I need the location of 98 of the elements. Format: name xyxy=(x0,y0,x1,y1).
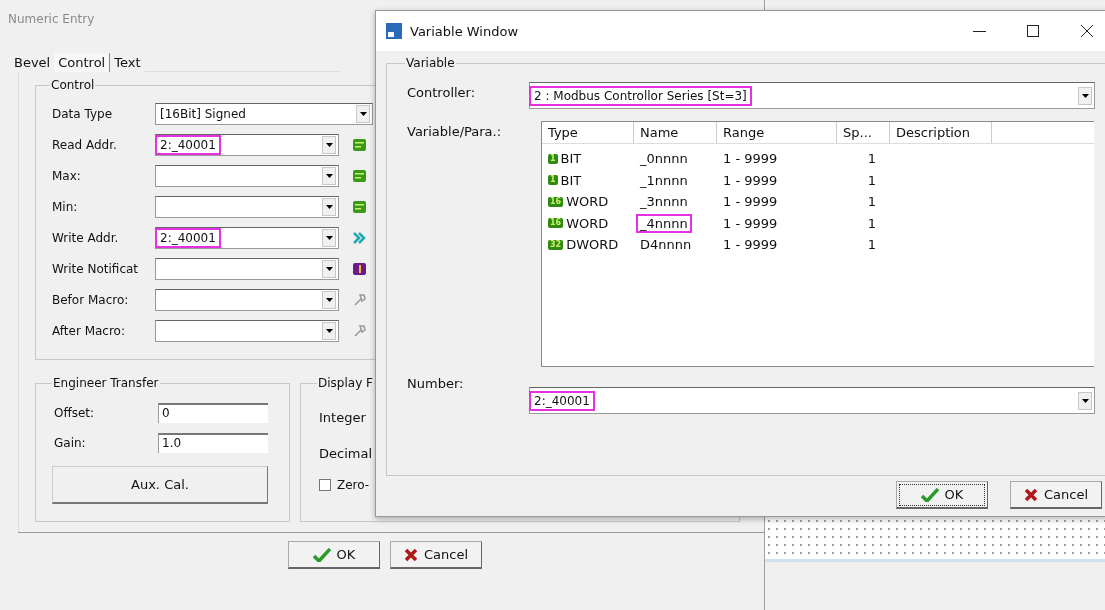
group-label: Display F xyxy=(317,376,374,390)
expression-icon xyxy=(353,138,366,151)
column-header[interactable]: Type xyxy=(542,122,634,143)
table-cell: 1 - 9999 xyxy=(723,151,778,167)
cross-icon xyxy=(1023,487,1038,502)
dialog-title: Numeric Entry xyxy=(7,11,96,26)
maximize-icon xyxy=(1026,24,1040,38)
table-cell: 1 xyxy=(867,151,876,167)
input-field[interactable]: 1.0 xyxy=(158,433,268,453)
table-cell: 1 xyxy=(867,237,876,253)
column-header[interactable]: Sp... xyxy=(837,122,890,143)
dropdown-field[interactable] xyxy=(155,257,339,280)
dropdown-arrow-icon xyxy=(359,111,367,116)
field-label: Write Addr. xyxy=(52,230,120,245)
table-cell-text: D4nnnn xyxy=(639,236,693,255)
dropdown-arrow-icon xyxy=(325,142,333,147)
field-label: Decimal xyxy=(319,445,373,463)
dropdown-arrow-icon xyxy=(325,266,333,271)
dropdown-arrow-icon xyxy=(325,204,333,209)
table-cell: BIT xyxy=(560,172,582,188)
wrench-icon xyxy=(353,323,366,338)
variable-list[interactable]: Type Name Range Sp... Description 1 BIT _0nnnn 1 - 9999 1 1 BIT _1nnnn 1 - 9999 1 16 WORD _3nnnn 1 - 9999 1 16 WORD _4nnnn 1 - 9999 1 32 DWORD D4nnnn 1 - 9999 1 xyxy=(541,121,1094,367)
dropdown-field[interactable] xyxy=(155,195,339,218)
expression-icon xyxy=(353,169,366,182)
dropdown-field[interactable]: 2 : Modbus Controllor Series [St=3] xyxy=(529,82,1095,109)
tab[interactable]: Text xyxy=(110,53,145,72)
field-label: Gain: xyxy=(54,436,87,450)
dropdown-field[interactable]: 2:_40001 xyxy=(155,226,339,249)
cancel-button[interactable]: Cancel xyxy=(1010,481,1102,509)
checkbox-label: Zero- xyxy=(337,478,370,492)
window-title: Variable Window xyxy=(410,23,520,39)
table-cell-text: _3nnnn xyxy=(639,193,689,212)
dropdown-arrow-icon xyxy=(1081,398,1089,403)
dropdown-field[interactable] xyxy=(155,164,339,187)
group-label: Variable xyxy=(405,56,456,70)
group-label: Engineer Transfer xyxy=(52,376,160,390)
table-cell: 1 - 9999 xyxy=(723,237,778,253)
field-label: Variable/Para.: xyxy=(407,123,503,139)
field-label: Data Type xyxy=(52,106,114,121)
table-cell: WORD xyxy=(566,215,609,231)
dropdown-field[interactable] xyxy=(155,288,339,311)
input-field[interactable]: 0 xyxy=(158,403,268,423)
check-icon xyxy=(920,487,939,502)
table-cell: 1 - 9999 xyxy=(723,194,778,210)
ok-button[interactable]: OK xyxy=(288,541,380,569)
cross-icon xyxy=(403,547,418,562)
field-label: Write Notificat xyxy=(52,261,140,276)
tab[interactable]: Control xyxy=(54,53,111,72)
table-cell: 1 - 9999 xyxy=(723,172,778,188)
dropdown-arrow-icon xyxy=(325,297,333,302)
type-badge: 1 xyxy=(548,175,558,186)
table-cell: 1 xyxy=(867,172,876,188)
table-cell: BIT xyxy=(560,151,582,167)
table-cell-text: _0nnnn xyxy=(639,150,689,169)
ok-button[interactable]: OK xyxy=(896,481,988,509)
table-cell: DWORD xyxy=(566,237,619,253)
table-cell: 1 xyxy=(867,215,876,231)
wrench-icon xyxy=(353,292,366,307)
minimize-icon xyxy=(973,30,986,32)
dropdown-arrow-icon xyxy=(325,328,333,333)
field-label: Max: xyxy=(52,168,82,183)
field-label: Number: xyxy=(407,375,465,391)
field-label: Befor Macro: xyxy=(52,292,130,307)
dropdown-field[interactable]: [16Bit] Signed xyxy=(155,102,373,125)
field-label: After Macro: xyxy=(52,323,126,338)
table-cell-text: _1nnnn xyxy=(639,171,689,190)
tab[interactable]: Bevel xyxy=(10,53,55,72)
expression-icon xyxy=(353,200,366,213)
check-icon xyxy=(312,547,331,562)
dropdown-field[interactable]: 2:_40001 xyxy=(155,133,339,156)
group-label: Control xyxy=(50,78,96,92)
aux-calc-button[interactable]: Aux. Cal. xyxy=(52,466,268,504)
column-header[interactable]: Range xyxy=(717,122,837,143)
table-cell: 1 - 9999 xyxy=(723,215,778,231)
type-badge: 16 xyxy=(548,196,564,207)
table-cell: WORD xyxy=(566,194,609,210)
number-badge-icon xyxy=(353,262,366,275)
field-label: Min: xyxy=(52,199,79,214)
column-header[interactable]: Name xyxy=(634,122,717,143)
dropdown-arrow-icon xyxy=(325,173,333,178)
dropdown-arrow-icon xyxy=(1081,93,1089,98)
type-badge: 16 xyxy=(548,218,564,229)
field-label: Offset: xyxy=(54,406,96,420)
cancel-button[interactable]: Cancel xyxy=(390,541,482,569)
column-header[interactable]: Description xyxy=(890,122,992,143)
checkbox[interactable] xyxy=(319,479,331,491)
dropdown-arrow-icon xyxy=(325,235,333,240)
dropdown-field[interactable]: 2:_40001 xyxy=(529,387,1095,414)
field-label: Controller: xyxy=(407,84,477,100)
type-badge: 1 xyxy=(548,153,558,164)
double-arrow-icon xyxy=(353,231,366,244)
app-icon xyxy=(386,23,402,39)
table-cell: 1 xyxy=(867,194,876,210)
field-label: Read Addr. xyxy=(52,137,118,152)
dropdown-field[interactable] xyxy=(155,319,339,342)
type-badge: 32 xyxy=(548,239,564,250)
close-icon xyxy=(1080,24,1094,38)
table-cell: _4nnnn xyxy=(636,213,692,233)
